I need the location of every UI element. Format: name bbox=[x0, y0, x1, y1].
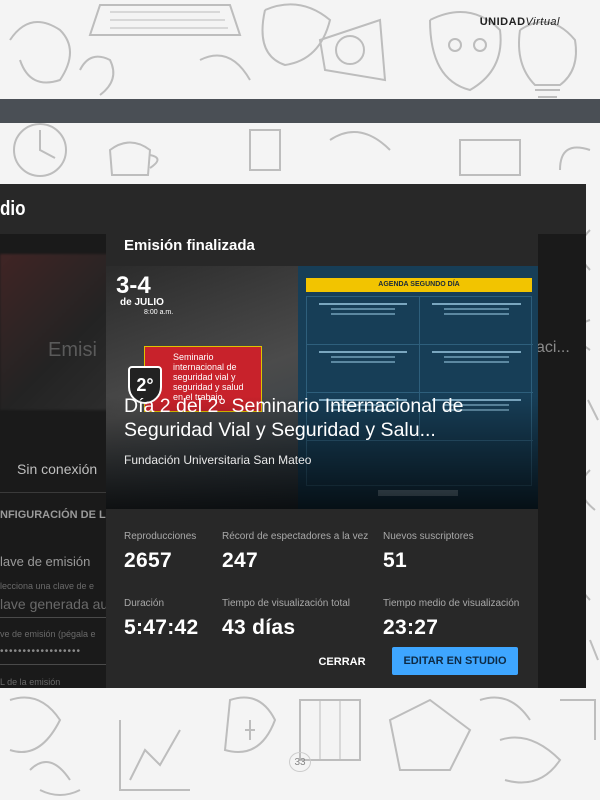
stream-key-select[interactable]: lave generada auto bbox=[0, 596, 120, 612]
select-underline bbox=[0, 617, 106, 618]
brand-bold: UNIDAD bbox=[479, 16, 526, 28]
background-thumbnail bbox=[0, 254, 110, 410]
brand-logo: UNIDADVirtual bbox=[480, 16, 560, 28]
sin-conexion-tab[interactable]: Sin conexión bbox=[17, 461, 97, 477]
agenda-heading: AGENDA SEGUNDO DÍA bbox=[306, 278, 532, 292]
brand-light: Virtual bbox=[525, 16, 560, 28]
studio-screenshot: dio Emisi aci... Sin conexión NFIGURACIÓ… bbox=[0, 184, 586, 688]
stream-key-label: lave de emisión bbox=[0, 554, 91, 569]
dialog-title: Emisión finalizada bbox=[124, 237, 255, 254]
stat-new-subscribers: Nuevos suscriptores 51 bbox=[383, 531, 474, 573]
event-date: 3-4 de JULIO 8:00 a.m. bbox=[116, 272, 174, 317]
stat-label: Duración bbox=[124, 598, 165, 609]
background-divider bbox=[0, 492, 110, 493]
stat-average-watch-time: Tiempo medio de visualización 23:27 bbox=[383, 598, 519, 640]
stat-value: 247 bbox=[222, 549, 258, 572]
stat-peak-viewers: Récord de espectadores a la vez 247 bbox=[222, 531, 368, 573]
event-date-month: de JULIO bbox=[120, 297, 164, 308]
stat-views: Reproducciones 2657 bbox=[124, 531, 196, 573]
agenda-cell bbox=[420, 297, 533, 345]
event-time: 8:00 a.m. bbox=[144, 309, 174, 316]
close-button[interactable]: CERRAR bbox=[312, 649, 372, 675]
agenda-cell bbox=[420, 345, 533, 393]
event-date-days: 3-4 bbox=[116, 272, 151, 299]
config-section-heading: NFIGURACIÓN DE LA bbox=[0, 509, 114, 521]
video-thumbnail: 3-4 de JULIO 8:00 a.m. Seminario interna… bbox=[106, 266, 538, 509]
stat-label: Nuevos suscriptores bbox=[383, 531, 474, 542]
channel-name: Fundación Universitaria San Mateo bbox=[124, 453, 312, 467]
agenda-cell bbox=[307, 297, 420, 345]
url-hint: L de la emisión bbox=[0, 677, 61, 687]
stat-value: 43 días bbox=[222, 616, 296, 639]
header-divider-bar bbox=[0, 99, 600, 123]
stat-value: 23:27 bbox=[383, 616, 439, 639]
stat-total-watch-time: Tiempo de visualización total 43 días bbox=[222, 598, 350, 640]
studio-topbar: dio bbox=[0, 184, 586, 234]
stat-label: Tiempo medio de visualización bbox=[383, 598, 520, 609]
masked-stream-key[interactable]: •••••••••••••••••• bbox=[0, 646, 81, 657]
stat-label: Reproducciones bbox=[124, 531, 197, 542]
paste-hint: ve de emisión (pégala e bbox=[0, 629, 96, 639]
stat-label: Récord de espectadores a la vez bbox=[222, 531, 369, 542]
stat-value: 5:47:42 bbox=[124, 616, 199, 639]
video-title: Día 2 del 2° Seminario Internacional de … bbox=[124, 395, 464, 441]
stat-value: 51 bbox=[383, 549, 407, 572]
stat-label: Tiempo de visualización total bbox=[222, 598, 351, 609]
background-emision-text: Emisi bbox=[48, 339, 97, 361]
stat-value: 2657 bbox=[124, 549, 172, 572]
studio-app-title: dio bbox=[0, 198, 26, 220]
background-title-fragment: aci... bbox=[536, 339, 570, 356]
stat-duration: Duración 5:47:42 bbox=[124, 598, 198, 640]
page-number: 33 bbox=[289, 752, 311, 772]
key-underline bbox=[0, 664, 106, 665]
stream-ended-dialog: Emisión finalizada 3-4 de JULIO 8:00 a.m… bbox=[106, 234, 538, 688]
edit-in-studio-button[interactable]: EDITAR EN STUDIO bbox=[392, 647, 518, 675]
stream-key-hint: lecciona una clave de e bbox=[0, 581, 95, 591]
agenda-cell bbox=[307, 345, 420, 393]
